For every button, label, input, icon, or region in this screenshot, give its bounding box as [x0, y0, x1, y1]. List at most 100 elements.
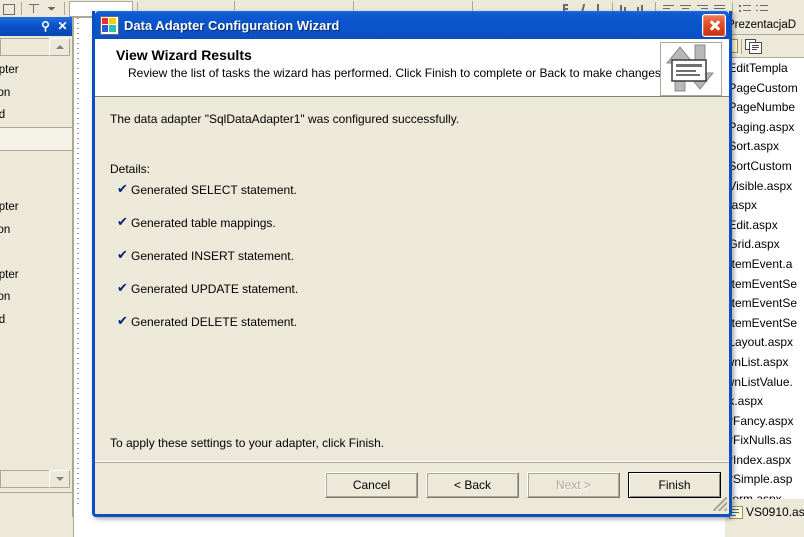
dialog-button-row: Cancel < Back Next > Finish [325, 472, 721, 498]
task-item: ✔ Generated DELETE statement. [117, 315, 298, 348]
task-label: Generated table mappings. [131, 216, 276, 230]
task-label: Generated DELETE statement. [131, 315, 298, 329]
dialog-title: Data Adapter Configuration Wizard [124, 17, 340, 33]
list-item[interactable]: stItemEvent.a [725, 255, 804, 275]
dialog-header: View Wizard Results Review the list of t… [95, 39, 729, 97]
file-label: VS0910.aspx [746, 505, 804, 519]
task-label: Generated SELECT statement. [131, 183, 297, 197]
toolbox-category-header[interactable] [0, 38, 49, 56]
numbered-list-icon[interactable] [755, 2, 770, 15]
toolbox-header-row [0, 37, 72, 57]
toolbox-item-selected[interactable]: ter [0, 126, 72, 151]
list-item[interactable]: ownListValue. [725, 373, 804, 393]
toolbar-separator [64, 2, 65, 15]
apply-note: To apply these settings to your adapter,… [110, 436, 385, 450]
toolbox-scroll-down-button[interactable] [49, 470, 70, 488]
toolbar-separator [732, 2, 733, 15]
list-item[interactable]: VS0910.aspx [729, 505, 804, 519]
list-item[interactable]: ownList.aspx [725, 353, 804, 373]
list-item[interactable]: terFancy.aspx [725, 412, 804, 432]
task-item: ✔ Generated table mappings. [117, 216, 298, 249]
resize-grip[interactable] [713, 497, 727, 511]
editor-marker [88, 524, 91, 535]
properties-pages-icon[interactable] [745, 39, 762, 54]
task-item: ✔ Generated UPDATE statement. [117, 282, 298, 315]
generated-task-list: ✔ Generated SELECT statement. ✔ Generate… [117, 183, 298, 348]
list-item[interactable]: stEdit.aspx [725, 216, 804, 236]
toolbar-separator [741, 38, 742, 54]
solution-explorer-bottom: VS0910.aspx [725, 499, 804, 537]
list-item[interactable]: stItemEventSe [725, 275, 804, 295]
task-label: Generated INSERT statement. [131, 249, 294, 263]
sync-arrows-svg [665, 44, 715, 92]
list-item[interactable]: idPageCustom [725, 79, 804, 99]
grid-icon[interactable] [1, 2, 16, 15]
toolbar-separator [21, 2, 22, 15]
pin-icon[interactable]: ⚲ [38, 19, 53, 34]
dialog-titlebar[interactable]: Data Adapter Configuration Wizard [95, 11, 729, 39]
next-button: Next > [527, 472, 620, 498]
toolbox-item[interactable]: d [0, 174, 72, 197]
toolbox-item[interactable]: and [0, 309, 72, 332]
check-icon: ✔ [117, 314, 128, 329]
list-item[interactable]: idSort.aspx [725, 137, 804, 157]
toolbox-scroll-up-button[interactable] [49, 38, 70, 56]
list-item[interactable]: st.aspx [725, 196, 804, 216]
list-item[interactable]: stItemEventSe [725, 314, 804, 334]
toolbox-item[interactable]: n [0, 151, 72, 174]
wizard-icon [100, 15, 119, 35]
list-item[interactable]: terIndex.aspx [725, 451, 804, 471]
task-item: ✔ Generated INSERT statement. [117, 249, 298, 282]
scroll-up-arrow-icon [55, 45, 64, 49]
list-item[interactable]: terFixNulls.as [725, 431, 804, 451]
data-adapter-configuration-wizard-dialog[interactable]: Data Adapter Configuration Wizard View W… [92, 11, 732, 517]
list-item[interactable]: idSortCustom [725, 157, 804, 177]
dialog-footer: Cancel < Back Next > Finish [95, 461, 729, 512]
close-icon [709, 20, 720, 31]
check-icon: ✔ [117, 281, 128, 296]
solution-explorer-tab[interactable]: PrezentacjaD [725, 17, 804, 35]
toolbox-item-list[interactable]: dapter ction and ter n d dapter ction nd… [0, 59, 72, 489]
cancel-button[interactable]: Cancel [325, 472, 418, 498]
toolbox-item[interactable]: nd [0, 241, 72, 264]
list-item[interactable]: stGrid.aspx [725, 235, 804, 255]
toolbox-item[interactable]: ction [0, 219, 72, 242]
list-item[interactable]: vForm.aspx [725, 490, 804, 499]
check-icon: ✔ [117, 215, 128, 230]
list-item[interactable]: idEditTempla [725, 59, 804, 79]
close-button[interactable] [702, 14, 726, 37]
solution-explorer-toolbar [725, 35, 804, 58]
data-adapter-sync-icon [660, 42, 722, 96]
page-title: View Wizard Results [116, 47, 252, 63]
list-item[interactable]: idPaging.aspx [725, 118, 804, 138]
toolbox-item[interactable]: and [0, 104, 72, 127]
list-item[interactable]: stItemEventSe [725, 294, 804, 314]
list-item[interactable]: idVisible.aspx [725, 177, 804, 197]
list-item[interactable]: idPageNumbe [725, 98, 804, 118]
page-description: Review the list of tasks the wizard has … [128, 66, 665, 80]
chevron-down-icon[interactable] [44, 2, 59, 15]
close-icon[interactable]: ✕ [55, 19, 70, 34]
details-label: Details: [110, 162, 151, 176]
toolbox-footer-row [0, 469, 72, 489]
task-label: Generated UPDATE statement. [131, 282, 299, 296]
dialog-body: The data adapter "SqlDataAdapter1" was c… [95, 97, 729, 461]
back-button[interactable]: < Back [426, 472, 519, 498]
success-message: The data adapter "SqlDataAdapter1" was c… [110, 112, 460, 126]
toolbox-panel[interactable]: ⚲ ✕ dapter ction and ter n d dapter ctio… [0, 17, 73, 517]
toolbox-item[interactable]: dapter [0, 264, 72, 287]
toolbox-item[interactable]: dapter [0, 196, 72, 219]
bullet-list-icon[interactable] [738, 2, 753, 15]
solution-explorer-panel[interactable]: PrezentacjaD idEditTempla idPageCustom i… [725, 17, 804, 537]
toolbox-titlebar: ⚲ ✕ [0, 17, 72, 36]
list-item[interactable]: terSimple.asp [725, 470, 804, 490]
list-item[interactable]: ink.aspx [725, 392, 804, 412]
finish-button[interactable]: Finish [628, 472, 721, 498]
solution-file-list[interactable]: idEditTempla idPageCustom idPageNumbe id… [725, 58, 804, 499]
toolbox-item[interactable]: dapter [0, 59, 72, 82]
toolbox-category-footer[interactable] [0, 470, 49, 488]
align-icon[interactable] [27, 2, 42, 15]
list-item[interactable]: stLayout.aspx [725, 333, 804, 353]
toolbox-item[interactable]: ction [0, 82, 72, 105]
toolbox-item[interactable]: ction [0, 286, 72, 309]
